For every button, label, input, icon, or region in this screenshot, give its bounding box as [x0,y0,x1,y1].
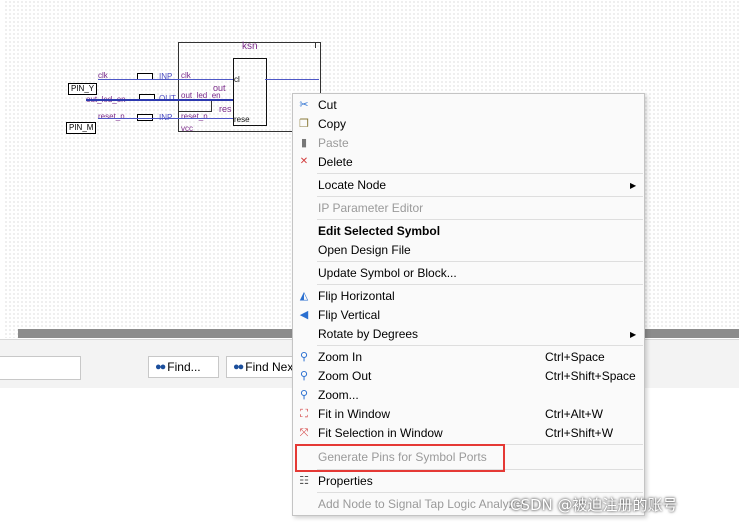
menu-item-fit-selection-label: Fit Selection in Window [318,426,443,440]
menu-item-properties[interactable]: ☷ Properties [293,472,644,491]
menu-item-zoom[interactable]: ⚲ Zoom... [293,386,644,405]
menu-item-flip-vertical[interactable]: ◀ Flip Vertical [293,306,644,325]
menu-item-delete-label: Delete [318,155,353,169]
menu-item-rotate-label: Rotate by Degrees [318,327,419,341]
menu-item-zoom-in[interactable]: ⚲ Zoom In Ctrl+Space [293,348,644,367]
menu-item-delete[interactable]: ✕ Delete [293,153,644,172]
menu-item-update-symbol[interactable]: Update Symbol or Block... [293,264,644,283]
menu-item-fit-selection-shortcut: Ctrl+Shift+W [545,426,614,440]
canvas-left-margin [0,0,5,338]
menu-item-copy-label: Copy [318,117,347,131]
menu-separator [317,196,643,197]
menu-separator [317,284,643,285]
zoom-icon: ⚲ [299,389,309,401]
inner-register [178,100,212,112]
wire-right[interactable] [265,79,319,80]
menu-item-cut[interactable]: ✂ Cut [293,96,644,115]
wire-reset[interactable] [98,118,233,119]
find-next-button-label: Find Next [245,360,297,374]
menu-item-locate-node-label: Locate Node [318,178,387,192]
menu-item-flip-vertical-label: Flip Vertical [318,308,381,322]
menu-item-update-symbol-label: Update Symbol or Block... [318,266,457,280]
port-reset: reset_n [181,112,208,121]
watermark-text: CSDN @被迫注册的账号 [510,496,678,514]
menu-separator [317,492,643,493]
copy-icon: ❐ [299,118,309,130]
menu-item-edit-selected-symbol[interactable]: Edit Selected Symbol [293,222,644,241]
menu-item-zoom-in-shortcut: Ctrl+Space [545,350,605,364]
properties-icon: ☷ [299,475,309,487]
inner-label-cl: cl [234,75,240,84]
menu-separator [317,219,643,220]
wire-out[interactable] [86,99,233,101]
paste-icon: ▮ [300,137,308,149]
find-button-label: Find... [167,360,201,374]
fit-window-icon: ⛶ [300,408,308,420]
find-button[interactable]: ●● Find... [148,356,219,378]
port-vcc: vcc [181,124,193,133]
menu-item-rotate[interactable]: Rotate by Degrees ▶ [293,325,644,344]
inner-label-rese: rese [234,115,250,124]
submenu-arrow-icon: ▶ [630,181,637,190]
flip-vertical-icon: ◀ [299,309,309,321]
fit-selection-icon: ⤧ [299,427,309,439]
menu-item-locate-node[interactable]: Locate Node ▶ [293,176,644,195]
signal-reset: reset_n [98,112,125,121]
highlight-box [295,444,505,472]
menu-item-fit-in-window[interactable]: ⛶ Fit in Window Ctrl+Alt+W [293,405,644,424]
menu-item-edit-selected-symbol-label: Edit Selected Symbol [318,224,441,238]
selection-handle [315,42,321,48]
delete-icon: ✕ [299,156,309,167]
menu-item-properties-label: Properties [318,474,373,488]
search-input[interactable] [0,356,81,380]
menu-item-flip-horizontal[interactable]: ◭ Flip Horizontal [293,287,644,306]
menu-item-fit-selection[interactable]: ⤧ Fit Selection in Window Ctrl+Shift+W [293,424,644,443]
menu-item-flip-horizontal-label: Flip Horizontal [318,289,395,303]
menu-item-zoom-out-label: Zoom Out [318,369,372,383]
binoculars-small-icon: ●● [233,361,244,373]
menu-item-fit-in-window-label: Fit in Window [318,407,391,421]
menu-item-paste[interactable]: ▮ Paste [293,134,644,153]
inner-label-res: res [219,104,232,114]
menu-item-zoom-in-label: Zoom In [318,350,363,364]
menu-item-ip-parameter-editor[interactable]: IP Parameter Editor [293,199,644,218]
menu-separator [317,345,643,346]
zoom-out-icon: ⚲ [299,370,309,382]
flip-horizontal-icon: ◭ [299,290,309,302]
pin-left-1[interactable]: PIN_Y [68,83,98,95]
menu-item-open-design-file-label: Open Design File [318,243,411,257]
pin-left-2[interactable]: PIN_M [66,122,97,134]
block-name-label: ksn [242,41,258,52]
menu-item-ip-parameter-editor-label: IP Parameter Editor [318,201,424,215]
wire-clk[interactable] [98,79,233,80]
menu-item-zoom-out[interactable]: ⚲ Zoom Out Ctrl+Shift+Space [293,367,644,386]
menu-item-open-design-file[interactable]: Open Design File [293,241,644,260]
binoculars-icon: ●● [155,361,166,373]
menu-item-paste-label: Paste [318,136,349,150]
menu-separator [317,261,643,262]
menu-item-zoom-out-shortcut: Ctrl+Shift+Space [545,369,636,383]
scissors-icon: ✂ [299,99,309,111]
menu-item-zoom-label: Zoom... [318,388,359,402]
menu-item-cut-label: Cut [318,98,337,112]
menu-item-copy[interactable]: ❐ Copy [293,115,644,134]
menu-item-fit-in-window-shortcut: Ctrl+Alt+W [545,407,604,421]
zoom-in-icon: ⚲ [299,351,309,363]
menu-separator [317,173,643,174]
menu-item-add-signal-tap-label: Add Node to Signal Tap Logic Analyzer [318,497,526,511]
submenu-arrow-icon: ▶ [630,330,637,339]
